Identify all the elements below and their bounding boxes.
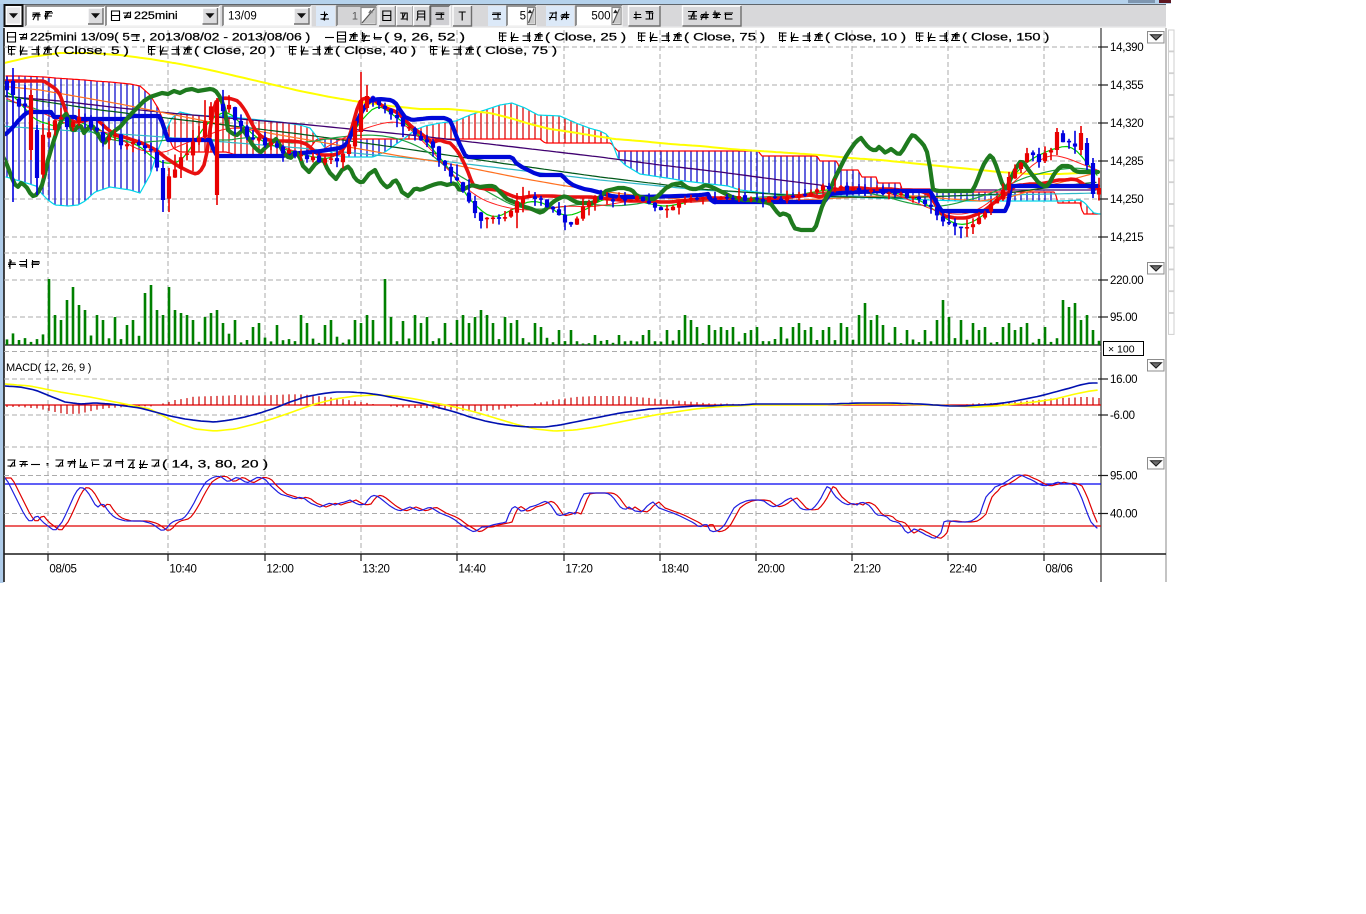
svg-text:1: 1 [352, 11, 358, 23]
svg-text:14,285: 14,285 [1110, 156, 1143, 168]
svg-text:( 9, 26, 52 ): ( 9, 26, 52 ) [384, 31, 465, 43]
svg-text:( Close, 25 ): ( Close, 25 ) [545, 31, 626, 43]
svg-text:500: 500 [591, 11, 610, 23]
svg-text:( Close, 10 ): ( Close, 10 ) [825, 31, 906, 43]
svg-text:95.00: 95.00 [1110, 471, 1137, 483]
svg-text:22:40: 22:40 [949, 564, 976, 576]
svg-text:16.00: 16.00 [1110, 374, 1137, 386]
svg-text:× 100: × 100 [1108, 344, 1135, 356]
svg-text:( Close, 75 ): ( Close, 75 ) [684, 31, 765, 43]
svg-text:( Close, 150 ): ( Close, 150 ) [962, 31, 1049, 43]
svg-text:14,390: 14,390 [1110, 42, 1143, 54]
svg-text:( 14, 3, 80, 20 ): ( 14, 3, 80, 20 ) [162, 458, 268, 470]
svg-text:10:40: 10:40 [169, 564, 196, 576]
svg-text:12:00: 12:00 [266, 564, 293, 576]
svg-text:40.00: 40.00 [1110, 509, 1137, 521]
svg-text:08/05: 08/05 [49, 564, 76, 576]
svg-text:( Close, 75 ): ( Close, 75 ) [476, 45, 557, 57]
svg-text:, 2013/08/02 - 2013/08/06 ): , 2013/08/02 - 2013/08/06 ) [142, 31, 311, 43]
svg-text:13:20: 13:20 [362, 564, 389, 576]
svg-text:08/06: 08/06 [1045, 564, 1072, 576]
svg-text:( Close, 20 ): ( Close, 20 ) [194, 45, 275, 57]
svg-text:17:20: 17:20 [565, 564, 592, 576]
svg-text:20:00: 20:00 [757, 564, 784, 576]
svg-text:95.00: 95.00 [1110, 312, 1137, 324]
svg-text:14,215: 14,215 [1110, 232, 1143, 244]
svg-text:14:40: 14:40 [458, 564, 485, 576]
svg-text:5: 5 [520, 11, 526, 23]
svg-text:14,320: 14,320 [1110, 118, 1143, 130]
svg-text:14,250: 14,250 [1110, 194, 1143, 206]
svg-text:( Close, 5 ): ( Close, 5 ) [54, 45, 129, 57]
svg-text:MACD( 12, 26, 9 ): MACD( 12, 26, 9 ) [6, 362, 91, 374]
svg-text:-6.00: -6.00 [1110, 410, 1135, 422]
svg-text:220.00: 220.00 [1110, 275, 1143, 287]
svg-text:T: T [458, 10, 466, 24]
svg-text:13/09: 13/09 [228, 11, 257, 23]
svg-text:( Close, 40 ): ( Close, 40 ) [335, 45, 416, 57]
svg-text:14,355: 14,355 [1110, 80, 1143, 92]
svg-text:18:40: 18:40 [661, 564, 688, 576]
svg-text:225mini: 225mini [134, 10, 178, 22]
svg-text:21:20: 21:20 [853, 564, 880, 576]
svg-text:225mini 13/09( 5: 225mini 13/09( 5 [30, 31, 130, 43]
